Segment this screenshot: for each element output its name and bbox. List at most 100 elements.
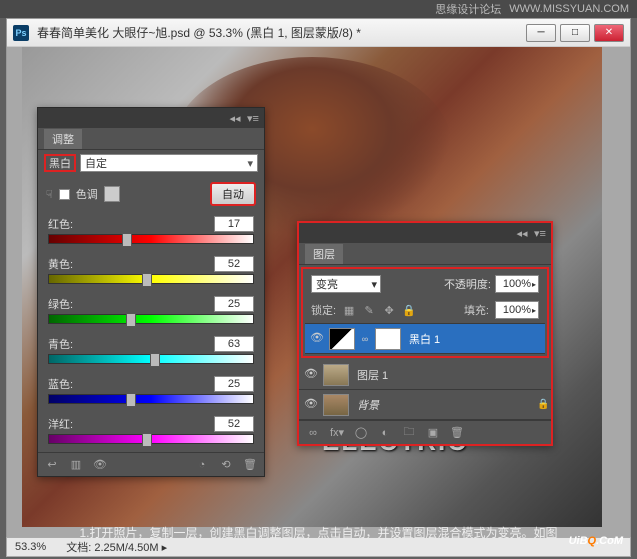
slider-value[interactable]: 25 [214, 376, 254, 392]
clip-icon[interactable]: ◔ [194, 459, 210, 471]
slider-thumb[interactable] [150, 353, 160, 367]
visibility-icon[interactable]: 👁 [92, 458, 108, 471]
slider-track[interactable] [48, 434, 254, 444]
slider-track[interactable] [48, 274, 254, 284]
auto-button[interactable]: 自动 [210, 182, 256, 206]
adjustments-panel: ◂◂ ▾≡ 调整 黑白 自定 ☟ 色调 自动 红色: 17 黄色:52 绿色: 25 青色… [37, 107, 265, 477]
slider-track[interactable] [48, 354, 254, 364]
fx-icon[interactable]: fx▾ [329, 426, 345, 439]
layers-icon[interactable]: ▥ [68, 458, 84, 471]
visibility-icon[interactable]: 👁 [309, 331, 325, 347]
slider-thumb[interactable] [126, 313, 136, 327]
lock-row: 锁定: ▦ ✎ ✥ 🔒 填充: 100% [305, 297, 545, 323]
slider-value[interactable]: 25 [214, 296, 254, 312]
adjustment-thumb-icon[interactable] [329, 328, 355, 350]
group-icon[interactable]: 🗀 [401, 423, 417, 442]
lock-transparency-icon[interactable]: ▦ [342, 304, 356, 317]
collapse-icon[interactable]: ◂◂ [515, 226, 529, 240]
zoom-level[interactable]: 53.3% [15, 541, 46, 553]
layer-thumb-icon[interactable] [323, 394, 349, 416]
tab-adjustments[interactable]: 调整 [44, 129, 82, 149]
slider-label: 绿色: [48, 296, 73, 312]
tint-row: ☟ 色调 自动 [38, 176, 264, 212]
slider-label: 红色: [48, 216, 73, 232]
lock-all-icon[interactable]: 🔒 [402, 304, 416, 317]
titlebar: Ps 春春简单美化 大眼仔~旭.psd @ 53.3% (黑白 1, 图层蒙版/… [7, 19, 630, 47]
slider-row: 黄色:52 [38, 252, 264, 292]
slider-thumb[interactable] [122, 233, 132, 247]
scrub-icon[interactable]: ☟ [46, 188, 53, 201]
layer-thumb-icon[interactable] [323, 364, 349, 386]
layer-copy[interactable]: 👁 图层 1 [299, 360, 551, 390]
blend-mode-dropdown[interactable]: 变亮 [311, 275, 381, 293]
opacity-input[interactable]: 100% [495, 275, 539, 293]
mask-icon[interactable]: ◯ [353, 426, 369, 439]
adjust-footer: ↩ ▥ 👁 ◔ ⟲ 🗑 [38, 452, 264, 476]
slider-value[interactable]: 63 [214, 336, 254, 352]
reset-icon[interactable]: ⟲ [218, 458, 234, 471]
layer-name[interactable]: 背景 [357, 397, 379, 413]
slider-thumb[interactable] [126, 393, 136, 407]
slider-track[interactable] [48, 234, 254, 244]
opacity-label: 不透明度: [444, 276, 491, 292]
layer-bw-adjustment[interactable]: 👁 ∞ 黑白 1 [305, 324, 545, 354]
delete-layer-icon[interactable]: 🗑 [449, 426, 465, 439]
slider-row: 青色: 63 [38, 332, 264, 372]
slider-value[interactable]: 52 [214, 256, 254, 272]
visibility-icon[interactable]: 👁 [303, 367, 319, 383]
fill-input[interactable]: 100% [495, 301, 539, 319]
site-url: WWW.MISSYUAN.COM [509, 3, 629, 15]
layer-name[interactable]: 黑白 1 [409, 331, 440, 347]
link-icon: ∞ [359, 334, 371, 344]
collapse-icon[interactable]: ◂◂ [228, 111, 242, 125]
adjustment-layer-icon[interactable]: ◐ [377, 427, 393, 439]
trash-icon[interactable]: 🗑 [242, 458, 258, 471]
close-button[interactable]: ✕ [594, 24, 624, 42]
site-name: 思缘设计论坛 [435, 1, 501, 17]
panel-menu-icon[interactable]: ▾≡ [246, 111, 260, 125]
mask-thumb-icon[interactable] [375, 328, 401, 350]
tint-label: 色调 [76, 186, 98, 202]
panel-menu-icon[interactable]: ▾≡ [533, 226, 547, 240]
bw-mode-row: 黑白 自定 [38, 150, 264, 176]
document-title: 春春简单美化 大眼仔~旭.psd @ 53.3% (黑白 1, 图层蒙版/8) … [37, 24, 526, 41]
slider-thumb[interactable] [142, 273, 152, 287]
preset-dropdown[interactable]: 自定 [80, 154, 258, 172]
layers-footer: ∞ fx▾ ◯ ◐ 🗀 ▣ 🗑 [299, 420, 551, 444]
link-layers-icon[interactable]: ∞ [305, 427, 321, 439]
slider-value[interactable]: 17 [214, 216, 254, 232]
minimize-button[interactable]: ─ [526, 24, 556, 42]
tint-swatch[interactable] [104, 186, 120, 202]
slider-label: 蓝色: [48, 376, 73, 392]
layers-panel-header: ◂◂ ▾≡ [299, 223, 551, 243]
slider-thumb[interactable] [142, 433, 152, 447]
app-window: Ps 春春简单美化 大眼仔~旭.psd @ 53.3% (黑白 1, 图层蒙版/… [6, 18, 631, 542]
slider-track[interactable] [48, 394, 254, 404]
slider-row: 绿色: 25 [38, 292, 264, 332]
slider-row: 蓝色: 25 [38, 372, 264, 412]
lock-pixels-icon[interactable]: ✎ [362, 304, 376, 317]
adjust-panel-header: ◂◂ ▾≡ [38, 108, 264, 128]
tutorial-caption: 1.打开照片，复制一层，创建黑白调整图层，点击自动，并设置图层混合模式为变亮。如… [0, 524, 637, 541]
layer-background[interactable]: 👁 背景 🔒 [299, 390, 551, 420]
canvas-area[interactable]: ELECTRIC ◂◂ ▾≡ 调整 黑白 自定 ☟ 色调 自动 红色:17黄色: [7, 47, 630, 541]
watermark: UiBQ.CoM [569, 531, 623, 549]
tab-layers[interactable]: 图层 [305, 244, 343, 264]
slider-track[interactable] [48, 314, 254, 324]
maximize-button[interactable]: □ [560, 24, 590, 42]
layer-list: 👁 ∞ 黑白 1 [305, 323, 545, 354]
window-controls: ─ □ ✕ [526, 24, 624, 42]
lock-position-icon[interactable]: ✥ [382, 304, 396, 317]
layer-name[interactable]: 图层 1 [357, 367, 388, 383]
slider-value[interactable]: 52 [214, 416, 254, 432]
visibility-icon[interactable]: 👁 [303, 397, 319, 413]
slider-label: 青色: [48, 336, 73, 352]
new-layer-icon[interactable]: ▣ [425, 426, 441, 439]
adjust-tab-row: 调整 [38, 128, 264, 150]
return-icon[interactable]: ↩ [44, 458, 60, 471]
tint-checkbox[interactable] [59, 189, 70, 200]
blend-row: 变亮 不透明度: 100% [305, 271, 545, 297]
site-topbar: 思缘设计论坛 WWW.MISSYUAN.COM [0, 0, 637, 18]
layers-tab-row: 图层 [299, 243, 551, 265]
slider-row: 红色: 17 [38, 212, 264, 252]
